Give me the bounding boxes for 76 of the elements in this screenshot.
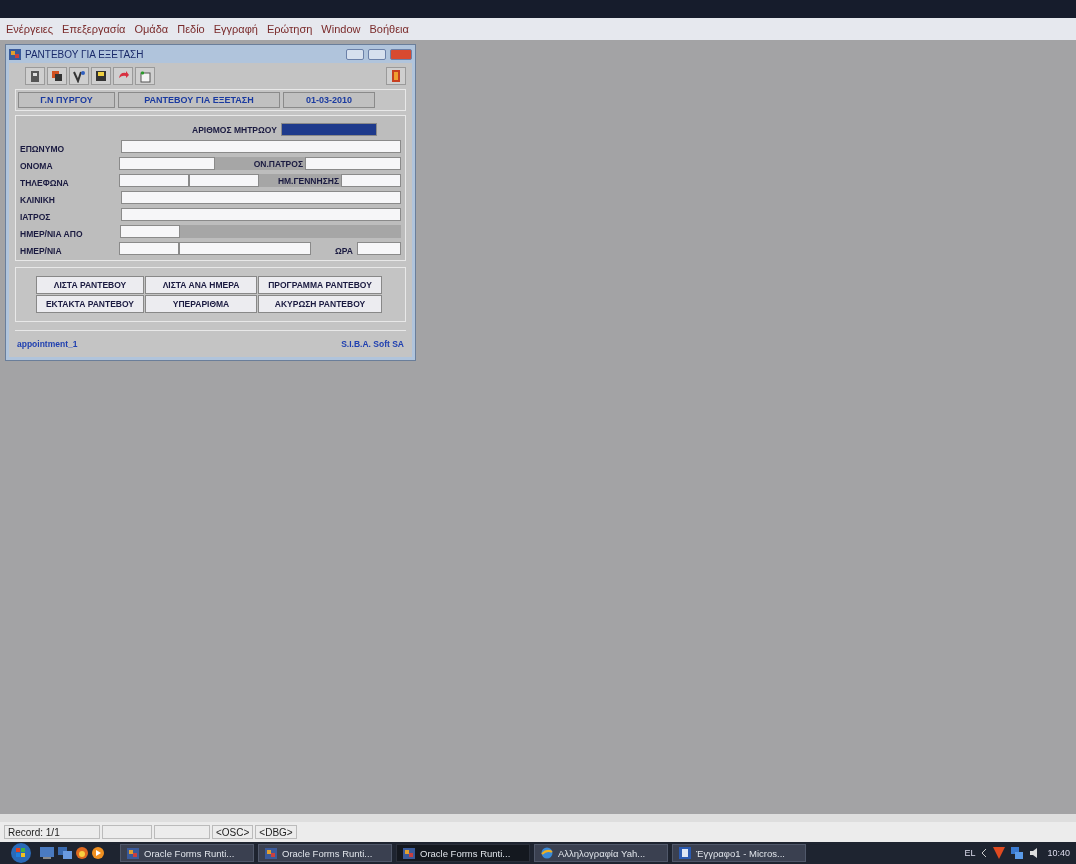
menu-item[interactable]: Ομάδα [134, 23, 169, 35]
field-label: ΗΜΕΡ/ΝΙΑ ΑΠΟ [20, 228, 83, 239]
field-label: ΩΡΑ [335, 245, 353, 256]
record-counter: Record: 1/1 [4, 825, 100, 839]
menu-item[interactable]: Ενέργειες [6, 23, 54, 35]
window-switch-icon[interactable] [58, 847, 72, 859]
play-icon[interactable] [92, 847, 104, 859]
taskbar-button[interactable]: Oracle Forms Runti... [120, 844, 254, 862]
field-label: ΑΡΙΘΜΟΣ ΜΗΤΡΩΟΥ [192, 124, 277, 135]
document-icon [679, 847, 691, 859]
input-field[interactable] [357, 242, 401, 255]
chevron-icon[interactable] [981, 849, 988, 857]
field-label: ΤΗΛΕΦΩΝΑ [20, 177, 69, 188]
input-field[interactable] [118, 242, 179, 255]
new-record-icon[interactable] [135, 67, 155, 85]
minimize-button[interactable] [346, 48, 364, 60]
field-label: ΟΝ.ΠΑΤΡΟΣ [253, 158, 303, 169]
taskbar-button[interactable]: Oracle Forms Runti... [396, 844, 530, 862]
field-label: ΕΠΩΝΥΜΟ [20, 143, 65, 154]
field-label: ΟΝΟΜΑ [20, 160, 53, 171]
vendor-name: S.I.B.A. Soft SA [341, 339, 404, 349]
taskbar-button[interactable]: Oracle Forms Runti... [258, 844, 392, 862]
globe-icon [541, 847, 553, 859]
taskbar-button[interactable]: Αλληλογραφία Yah... [534, 844, 668, 862]
input-field[interactable] [119, 174, 190, 187]
maximize-button[interactable] [368, 48, 386, 60]
form-name: appointment_1 [17, 339, 78, 349]
window-title: ΡΑΝΤΕΒΟΥ ΓΙΑ ΕΞΕΤΑΣΗ [25, 48, 145, 60]
field-label: ΗΜ.ΓΕΝΝΗΣΗΣ [277, 175, 339, 186]
input-field[interactable] [119, 157, 216, 170]
header-cell: 01-03-2010 [283, 92, 375, 108]
network-icon[interactable] [1011, 847, 1024, 859]
menu-item[interactable]: Πεδίο [177, 23, 205, 35]
input-field[interactable] [178, 242, 311, 255]
save-icon[interactable] [91, 67, 111, 85]
menu-item[interactable]: Εγγραφή [213, 23, 258, 35]
action-button[interactable]: ΑΚΥΡΩΣΗ ΡΑΝΤΕΒΟΥ [258, 295, 382, 313]
status-cell [154, 825, 210, 839]
status-cell: <DBG> [255, 825, 297, 839]
action-button[interactable]: ΛΙΣΤΑ ΡΑΝΤΕΒΟΥ [36, 276, 144, 294]
action-button[interactable]: ΛΙΣΤΑ ΑΝΑ ΗΜΕΡΑ [145, 276, 257, 294]
input-field[interactable] [189, 174, 260, 187]
exit-icon[interactable] [386, 67, 406, 85]
action-button[interactable]: ΥΠΕΡΑΡΙΘΜΑ [145, 295, 257, 313]
menu-item[interactable]: Ερώτηση [266, 23, 313, 35]
header-cell: ΡΑΝΤΕΒΟΥ ΓΙΑ ΕΞΕΤΑΣΗ [118, 92, 280, 108]
input-field[interactable] [120, 208, 401, 221]
header-cell: Γ.Ν ΠΥΡΓΟΥ [18, 92, 115, 108]
query-icon[interactable] [69, 67, 89, 85]
input-field[interactable] [280, 123, 377, 136]
menu-item[interactable]: Επεξεργασία [62, 23, 126, 35]
form-icon [127, 847, 139, 859]
input-field[interactable] [120, 191, 401, 204]
input-field[interactable] [305, 157, 401, 170]
action-button[interactable]: ΠΡΟΓΡΑΜΜΑ ΡΑΝΤΕΒΟΥ [258, 276, 382, 294]
language-indicator[interactable]: EL [964, 848, 976, 858]
clipboard-icon[interactable] [25, 67, 45, 85]
input-field[interactable] [120, 225, 181, 238]
field-label: ΙΑΤΡΟΣ [20, 211, 51, 222]
form-icon [403, 847, 415, 859]
copy-icon[interactable] [47, 67, 67, 85]
input-field[interactable] [120, 140, 401, 153]
window-icon [9, 48, 21, 60]
close-button[interactable] [390, 48, 412, 60]
desktop-icon[interactable] [40, 847, 54, 859]
taskbar-button[interactable]: Έγγραφο1 - Micros... [672, 844, 806, 862]
status-cell: <OSC> [212, 825, 254, 839]
input-field[interactable] [341, 174, 401, 187]
field-label: ΗΜΕΡ/ΝΙΑ [20, 245, 62, 256]
menu-item[interactable]: Window [321, 23, 361, 35]
status-cell [102, 825, 152, 839]
field-label: ΚΛΙΝΙΚΗ [20, 194, 55, 205]
menu-item[interactable]: Βοήθεια [369, 23, 409, 35]
form-icon [265, 847, 277, 859]
clock[interactable]: 10:40 [1047, 848, 1070, 858]
action-button[interactable]: ΕΚΤΑΚΤΑ ΡΑΝΤΕΒΟΥ [36, 295, 144, 313]
